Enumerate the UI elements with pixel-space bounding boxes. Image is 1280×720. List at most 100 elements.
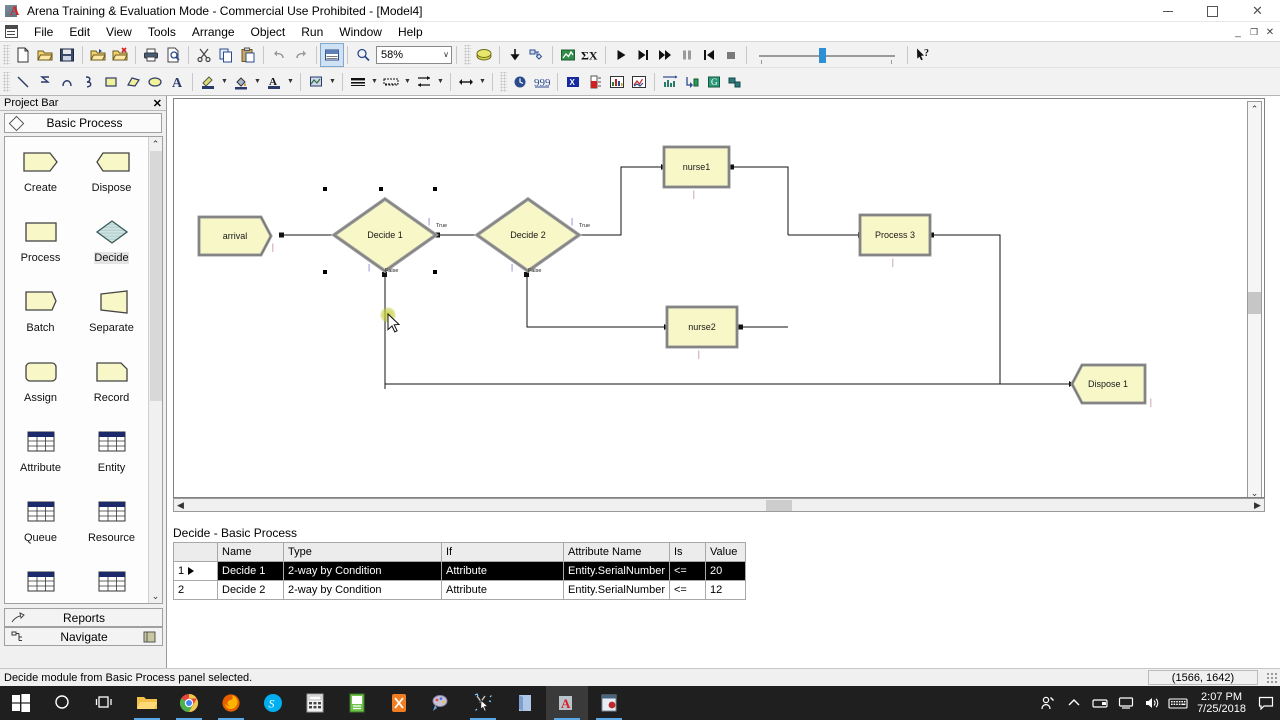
scroll-down-icon[interactable]: ⌄: [152, 589, 160, 603]
model-canvas[interactable]: arrival | Decide 1 Decide 2 nurse1 | nur…: [173, 98, 1265, 498]
palette-item-record[interactable]: Record: [76, 353, 147, 423]
canvas-node-nurse2[interactable]: nurse2: [664, 304, 740, 350]
menu-object[interactable]: Object: [243, 23, 294, 41]
snap-to-grid-icon[interactable]: [473, 44, 495, 66]
chevron-down-icon[interactable]: ▼: [369, 71, 380, 93]
menu-run[interactable]: Run: [293, 23, 331, 41]
window-maximize-button[interactable]: [1190, 0, 1235, 22]
menu-tools[interactable]: Tools: [140, 23, 184, 41]
column-header-if[interactable]: If: [441, 542, 564, 562]
column-header-attribute-name[interactable]: Attribute Name: [563, 542, 670, 562]
undo-icon[interactable]: [268, 44, 290, 66]
cell-value[interactable]: 12: [705, 580, 746, 600]
go-to-icon[interactable]: [504, 44, 526, 66]
scroll-up-icon[interactable]: ⌃: [152, 137, 160, 151]
pattern-icon[interactable]: [305, 71, 327, 93]
action-center-icon[interactable]: [1252, 686, 1280, 720]
step-icon[interactable]: [632, 44, 654, 66]
selection-handle[interactable]: [433, 187, 437, 191]
redo-icon[interactable]: [290, 44, 312, 66]
toolbar-grip[interactable]: [3, 44, 10, 65]
animate-connectors-icon[interactable]: [557, 44, 579, 66]
cell-if[interactable]: Attribute: [441, 561, 564, 581]
selection-handle[interactable]: [379, 187, 383, 191]
windows-start-icon[interactable]: [0, 686, 42, 720]
connect-icon[interactable]: [526, 44, 548, 66]
scroll-up-icon[interactable]: ⌃: [1251, 102, 1259, 116]
canvas-node-process3[interactable]: Process 3: [857, 212, 933, 258]
chevron-down-icon[interactable]: ▼: [435, 71, 446, 93]
onenote-icon[interactable]: [504, 686, 546, 720]
window-minimize-button[interactable]: [1145, 0, 1190, 22]
palette-item-entity[interactable]: Entity: [76, 423, 147, 493]
network-icon[interactable]: [1113, 686, 1139, 720]
column-header-value[interactable]: Value: [705, 542, 746, 562]
menu-edit[interactable]: Edit: [61, 23, 98, 41]
canvas-node-dispose1[interactable]: Dispose 1: [1068, 362, 1148, 406]
chart-icon[interactable]: [659, 71, 681, 93]
document-close-button[interactable]: ✕: [1262, 24, 1278, 40]
table-row[interactable]: 1 Decide 1 2-way by Condition Attribute …: [173, 561, 746, 581]
polygon-icon[interactable]: [122, 71, 144, 93]
scrollbar-thumb[interactable]: [766, 499, 792, 511]
line-icon[interactable]: [12, 71, 34, 93]
chrome-icon[interactable]: [168, 686, 210, 720]
cell-name[interactable]: Decide 1: [217, 561, 284, 581]
detach-template-icon[interactable]: [109, 44, 131, 66]
open-template-icon[interactable]: [87, 44, 109, 66]
run-speed-slider-thumb[interactable]: [819, 47, 826, 63]
cell-name[interactable]: Decide 2: [217, 580, 284, 600]
chevron-down-icon[interactable]: ▼: [252, 71, 263, 93]
level-icon[interactable]: [584, 71, 606, 93]
paint-icon[interactable]: [420, 686, 462, 720]
search-icon[interactable]: [42, 686, 84, 720]
database-tool-icon[interactable]: [588, 686, 630, 720]
window-close-button[interactable]: ✕: [1235, 0, 1280, 22]
document-minimize-button[interactable]: _: [1230, 24, 1246, 40]
palette-item-batch[interactable]: Batch: [5, 283, 76, 353]
menu-file[interactable]: File: [26, 23, 61, 41]
resize-grip[interactable]: [1266, 672, 1278, 684]
palette-item-queue[interactable]: Queue: [5, 493, 76, 563]
navigate-panel-icon[interactable]: [142, 630, 158, 644]
text-color-icon[interactable]: A: [263, 71, 285, 93]
scrollbar-thumb[interactable]: [149, 151, 162, 401]
palette-item-create[interactable]: Create: [5, 143, 76, 213]
text-icon[interactable]: A: [166, 71, 188, 93]
stop-icon[interactable]: [720, 44, 742, 66]
cell-type[interactable]: 2-way by Condition: [283, 580, 442, 600]
palette-scrollbar[interactable]: ⌃ ⌄: [148, 137, 162, 603]
resource-picture-icon[interactable]: [681, 71, 703, 93]
fast-forward-icon[interactable]: [654, 44, 676, 66]
polyline-icon[interactable]: [34, 71, 56, 93]
chevron-down-icon[interactable]: ▼: [327, 71, 338, 93]
print-preview-icon[interactable]: [162, 44, 184, 66]
split-screen-icon[interactable]: [320, 42, 344, 67]
selection-handle[interactable]: [433, 270, 437, 274]
run-icon[interactable]: [610, 44, 632, 66]
document-restore-button[interactable]: ❐: [1246, 24, 1262, 40]
scrollbar-thumb[interactable]: [1248, 292, 1261, 314]
selection-handle[interactable]: [323, 270, 327, 274]
line-style-icon[interactable]: [380, 71, 402, 93]
new-icon[interactable]: [12, 44, 34, 66]
plot-icon[interactable]: [628, 71, 650, 93]
table-row[interactable]: 2 Decide 2 2-way by Condition Attribute …: [173, 580, 746, 600]
skype-icon[interactable]: S: [252, 686, 294, 720]
pen-user-icon[interactable]: [1035, 686, 1061, 720]
cell-is[interactable]: <=: [669, 561, 706, 581]
zoom-level-combobox[interactable]: 58% ∨: [376, 45, 452, 64]
taskbar-clock[interactable]: 2:07 PM 7/25/2018: [1191, 691, 1252, 715]
menu-arrange[interactable]: Arrange: [184, 23, 243, 41]
removable-media-icon[interactable]: [1087, 686, 1113, 720]
spreadsheet-table[interactable]: Name Type If Attribute Name Is Value 1 D…: [173, 542, 746, 600]
run-speed-slider[interactable]: [757, 44, 897, 66]
help-pointer-icon[interactable]: ?: [912, 44, 934, 66]
show-hidden-icons-icon[interactable]: [1061, 686, 1087, 720]
column-header-is[interactable]: Is: [669, 542, 706, 562]
toolbar-grip[interactable]: [500, 71, 507, 92]
pause-icon[interactable]: [676, 44, 698, 66]
xmind-icon[interactable]: [378, 686, 420, 720]
scroll-left-icon[interactable]: ◀: [174, 500, 187, 511]
save-icon[interactable]: [56, 44, 78, 66]
